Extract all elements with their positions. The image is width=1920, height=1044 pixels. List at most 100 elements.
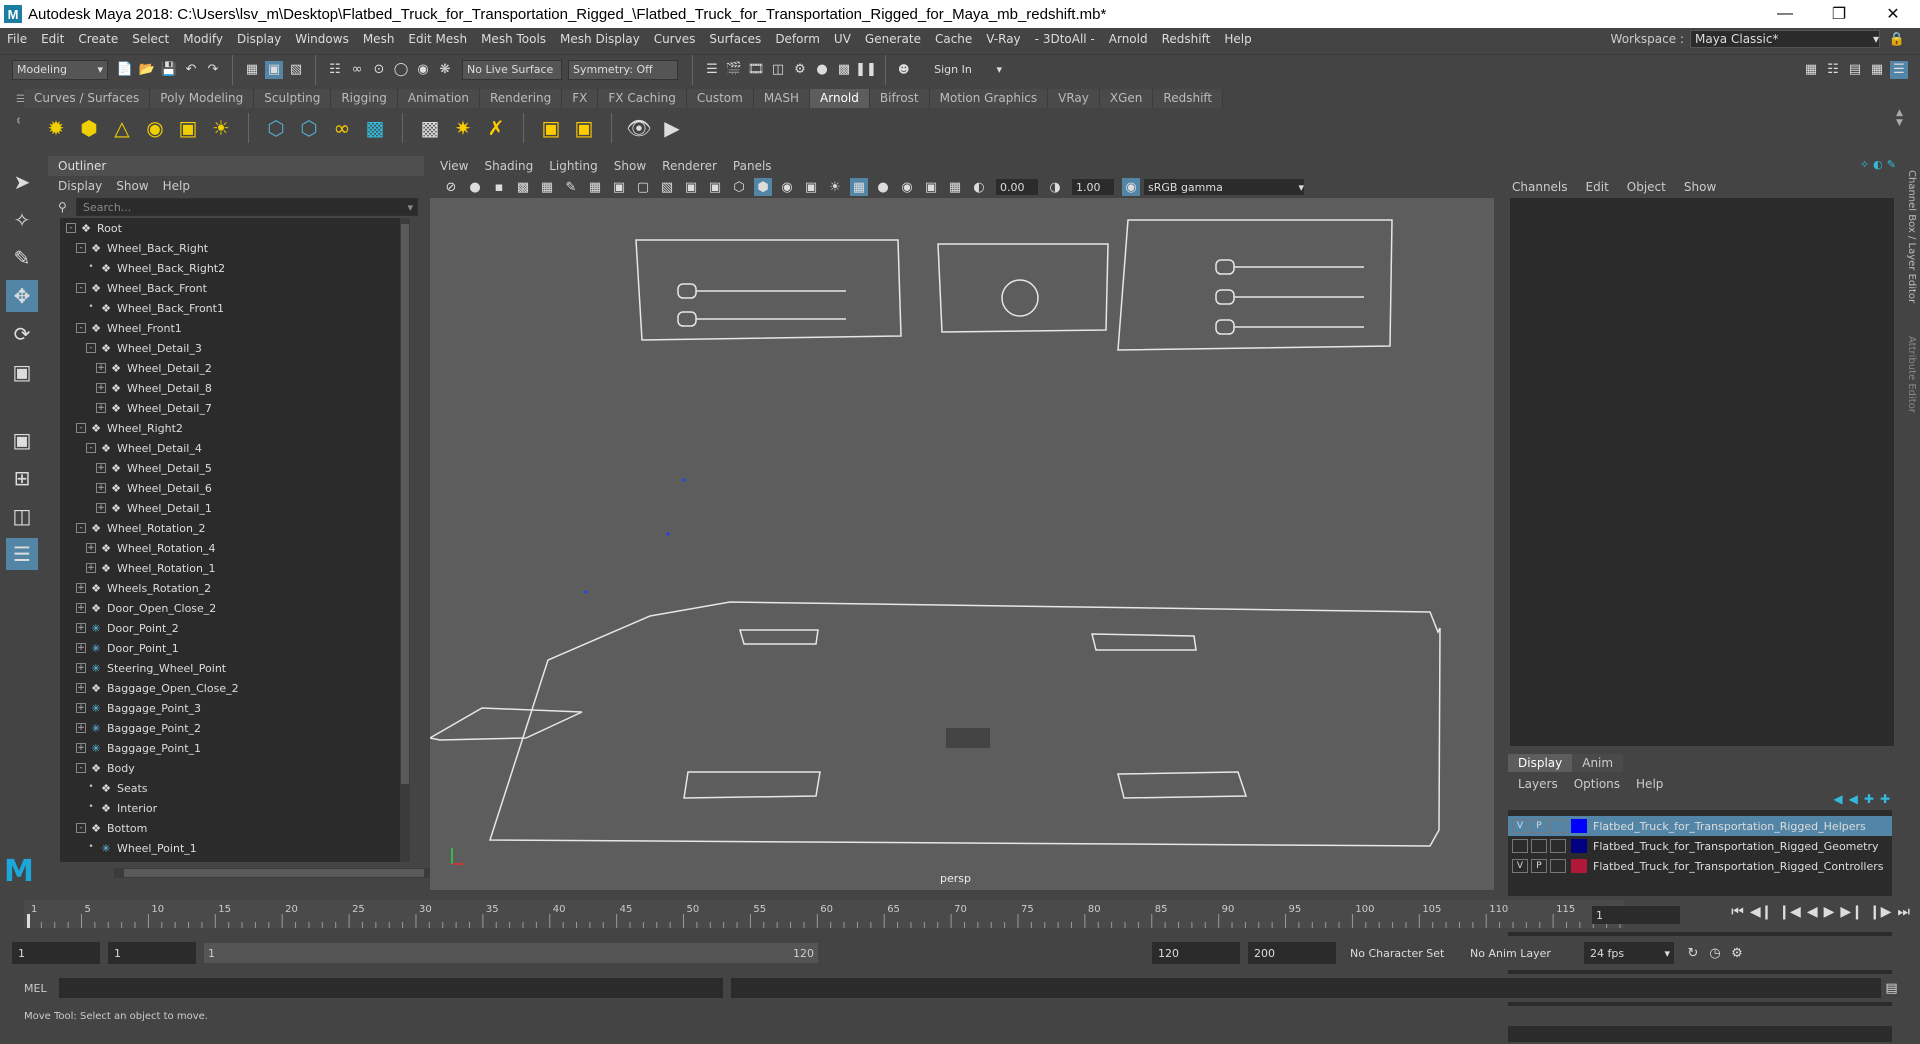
outliner-item[interactable]: + ✳ Baggage_Point_2 (60, 718, 400, 738)
attribute-editor-side-tab[interactable]: Attribute Editor (1906, 336, 1917, 413)
select-component-icon[interactable]: ▧ (287, 61, 305, 79)
arnold-physical-sky-icon[interactable]: ☀ (207, 114, 235, 142)
gamma-field[interactable]: 1.00 (1072, 179, 1114, 195)
step-forward-key-icon[interactable]: ❙▶ (1869, 904, 1892, 920)
menu-modify[interactable]: Modify (176, 32, 230, 46)
command-input[interactable] (58, 978, 723, 998)
outliner-item[interactable]: + ❖ Wheel_Detail_7 (60, 398, 400, 418)
outliner-vertical-scrollbar[interactable] (400, 218, 410, 862)
layer-menu-options[interactable]: Options (1574, 777, 1620, 791)
outliner-item[interactable]: + ❖ Wheels_Rotation_2 (60, 578, 400, 598)
outliner-layout-icon[interactable]: ☰ (6, 538, 38, 570)
expand-toggle-icon[interactable]: - (86, 343, 96, 353)
expand-toggle-icon[interactable]: + (86, 563, 96, 573)
outliner-item[interactable]: - ❖ Wheel_Back_Front (60, 278, 400, 298)
arnold-flush-texture-icon[interactable]: ▩ (416, 114, 444, 142)
shelf-tab-custom[interactable]: Custom (686, 89, 754, 108)
pause-icon[interactable]: ❚❚ (855, 61, 877, 79)
shelf-tab-animation[interactable]: Animation (397, 89, 480, 108)
expand-toggle-icon[interactable]: - (66, 223, 76, 233)
current-frame-field[interactable]: 1 (1592, 906, 1680, 924)
loop-icon[interactable]: ↻ (1684, 944, 1702, 962)
viewport-menu-lighting[interactable]: Lighting (549, 159, 598, 173)
gamma-icon[interactable]: ◑ (1046, 178, 1064, 196)
outliner-item[interactable]: + ✳ Steering_Wheel_Point (60, 658, 400, 678)
step-back-frame-icon[interactable]: ❙◀ (1778, 904, 1801, 920)
slider-handle[interactable] (677, 311, 697, 327)
animation-preferences-icon[interactable]: ⚙ (1728, 944, 1746, 962)
outliner-horizontal-scrollbar[interactable] (114, 868, 448, 878)
wireframe-on-shaded-icon[interactable]: ◉ (778, 178, 796, 196)
channel-menu-object[interactable]: Object (1627, 180, 1666, 194)
outliner-item[interactable]: - ❖ Wheel_Right2 (60, 418, 400, 438)
expand-toggle-icon[interactable]: + (86, 543, 96, 553)
layer-color-swatch[interactable] (1571, 839, 1587, 853)
controller-panel-door[interactable] (635, 239, 902, 341)
outliner-item[interactable]: + ❖ Wheel_Detail_1 (60, 498, 400, 518)
outliner-item[interactable]: - ❖ Wheel_Detail_3 (60, 338, 400, 358)
arnold-mesh-light-icon[interactable]: ⬢ (75, 114, 103, 142)
expand-toggle-icon[interactable]: + (76, 643, 86, 653)
wireframe-icon[interactable]: ⬡ (730, 178, 748, 196)
arnold-light-editor-icon[interactable]: ▣ (537, 114, 565, 142)
outliner-item[interactable]: - ❖ Root (60, 218, 400, 238)
menu-surfaces[interactable]: Surfaces (702, 32, 768, 46)
history-icon[interactable]: ☰ (703, 61, 721, 79)
fps-dropdown[interactable]: 24 fps ▾ (1584, 942, 1674, 964)
expand-toggle-icon[interactable]: + (76, 683, 86, 693)
menu-redshift[interactable]: Redshift (1155, 32, 1218, 46)
arnold-remove-icon[interactable]: ✗ (482, 114, 510, 142)
shelf-tab-vray[interactable]: VRay (1048, 89, 1100, 108)
shelf-tab-motion-graphics[interactable]: Motion Graphics (929, 89, 1049, 108)
tool-settings-icon[interactable]: ▦ (1868, 61, 1886, 79)
script-editor-icon[interactable]: ▤ (1883, 979, 1901, 997)
outliner-item[interactable]: + ❖ Wheel_Rotation_4 (60, 538, 400, 558)
outliner-search-input[interactable]: Search... ▾ (76, 198, 418, 216)
isolate-select-icon[interactable]: ▣ (922, 178, 940, 196)
menu-mesh-tools[interactable]: Mesh Tools (474, 32, 553, 46)
expand-toggle-icon[interactable]: - (76, 283, 86, 293)
expand-toggle-icon[interactable]: + (76, 583, 86, 593)
channel-menu-edit[interactable]: Edit (1586, 180, 1609, 194)
arnold-render-icon[interactable]: ▶ (658, 114, 686, 142)
gate-mask-icon[interactable]: ▧ (658, 178, 676, 196)
playback-start-field[interactable]: 1 (108, 942, 196, 964)
snap-surface-icon[interactable]: ◉ (414, 61, 432, 79)
outliner-item[interactable]: • ❖ Wheel_Back_Front1 (60, 298, 400, 318)
outliner-item[interactable]: - ❖ Bottom (60, 818, 400, 838)
expand-toggle-icon[interactable]: + (96, 403, 106, 413)
view-transform-dropdown[interactable]: sRGB gamma ▾ (1144, 179, 1304, 195)
current-time-marker[interactable] (27, 914, 30, 928)
use-all-lights-icon[interactable]: ☀ (826, 178, 844, 196)
slider-handle[interactable] (1215, 319, 1235, 335)
controller-panel-wheel-rotation[interactable] (937, 243, 1109, 333)
single-perspective-layout-icon[interactable]: ▣ (6, 424, 38, 456)
new-layer-selected-icon[interactable]: ✚ (1880, 792, 1890, 806)
save-scene-icon[interactable]: 💾 (160, 61, 178, 79)
outliner-item[interactable]: - ❖ Wheel_Rotation_2 (60, 518, 400, 538)
outliner-item[interactable]: + ✳ Baggage_Point_1 (60, 738, 400, 758)
shelf-tab-poly-modeling[interactable]: Poly Modeling (150, 89, 255, 108)
expand-toggle-icon[interactable]: + (76, 623, 86, 633)
arnold-spot-light-icon[interactable]: △ (108, 114, 136, 142)
attribute-toggle-icon[interactable]: ◐ (1873, 158, 1883, 171)
menu-edit-mesh[interactable]: Edit Mesh (401, 32, 474, 46)
grease-pencil-icon[interactable]: ✎ (562, 178, 580, 196)
layer-menu-help[interactable]: Help (1636, 777, 1663, 791)
image-plane-icon[interactable]: ▩ (514, 178, 532, 196)
snap-vertex-icon[interactable]: ❋ (436, 61, 454, 79)
script-language-label[interactable]: MEL (24, 982, 47, 995)
tree-line-icon[interactable]: • (86, 303, 96, 313)
expand-toggle-icon[interactable]: - (76, 243, 86, 253)
outliner-menu-help[interactable]: Help (163, 179, 190, 193)
play-forward-icon[interactable]: ▶ (1824, 904, 1835, 920)
render-view-icon[interactable]: ▩ (835, 61, 853, 79)
rotation-controller[interactable] (1001, 279, 1039, 317)
expand-toggle-icon[interactable]: + (96, 383, 106, 393)
menu-create[interactable]: Create (71, 32, 125, 46)
new-scene-icon[interactable]: 📄 (116, 61, 134, 79)
move-layer-down-icon[interactable]: ◀ (1849, 792, 1858, 806)
playback-end-field[interactable]: 120 (1152, 942, 1240, 964)
shelf-tab-rigging[interactable]: Rigging (331, 89, 398, 108)
outliner-menu-show[interactable]: Show (116, 179, 148, 193)
